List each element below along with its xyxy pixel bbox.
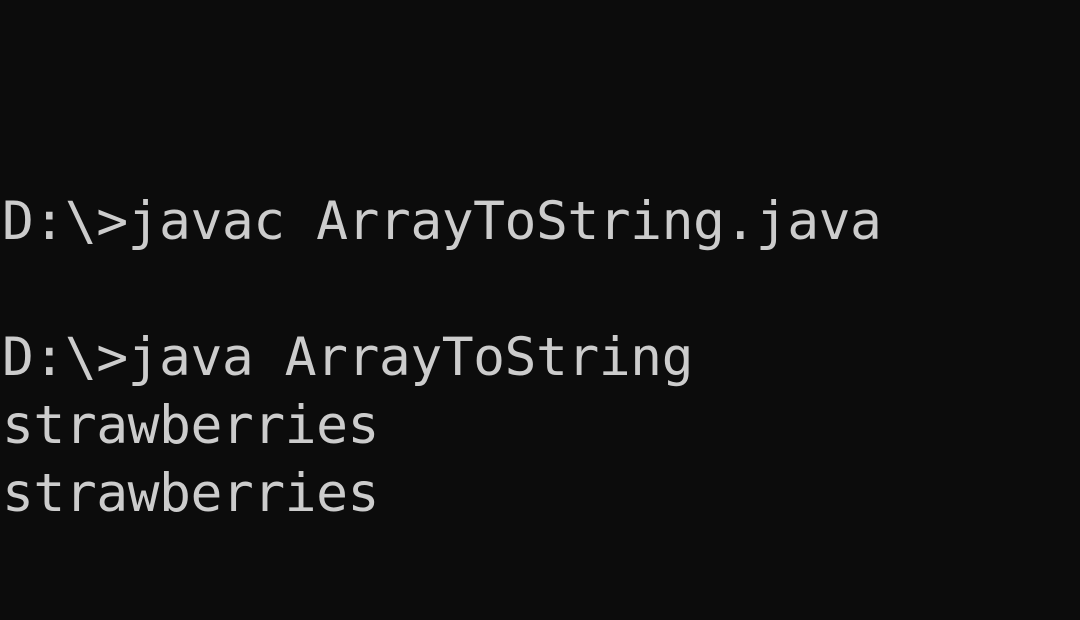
program-output-line: strawberries [2, 463, 379, 524]
command-line-java: D:\>java ArrayToString [2, 327, 694, 388]
command-line-javac: D:\>javac ArrayToString.java [2, 191, 882, 252]
terminal-output: D:\>javac ArrayToString.java D:\>java Ar… [2, 188, 882, 528]
program-output-line: strawberries [2, 395, 379, 456]
terminal-window[interactable]: D:\>javac ArrayToString.java D:\>java Ar… [0, 0, 1080, 620]
